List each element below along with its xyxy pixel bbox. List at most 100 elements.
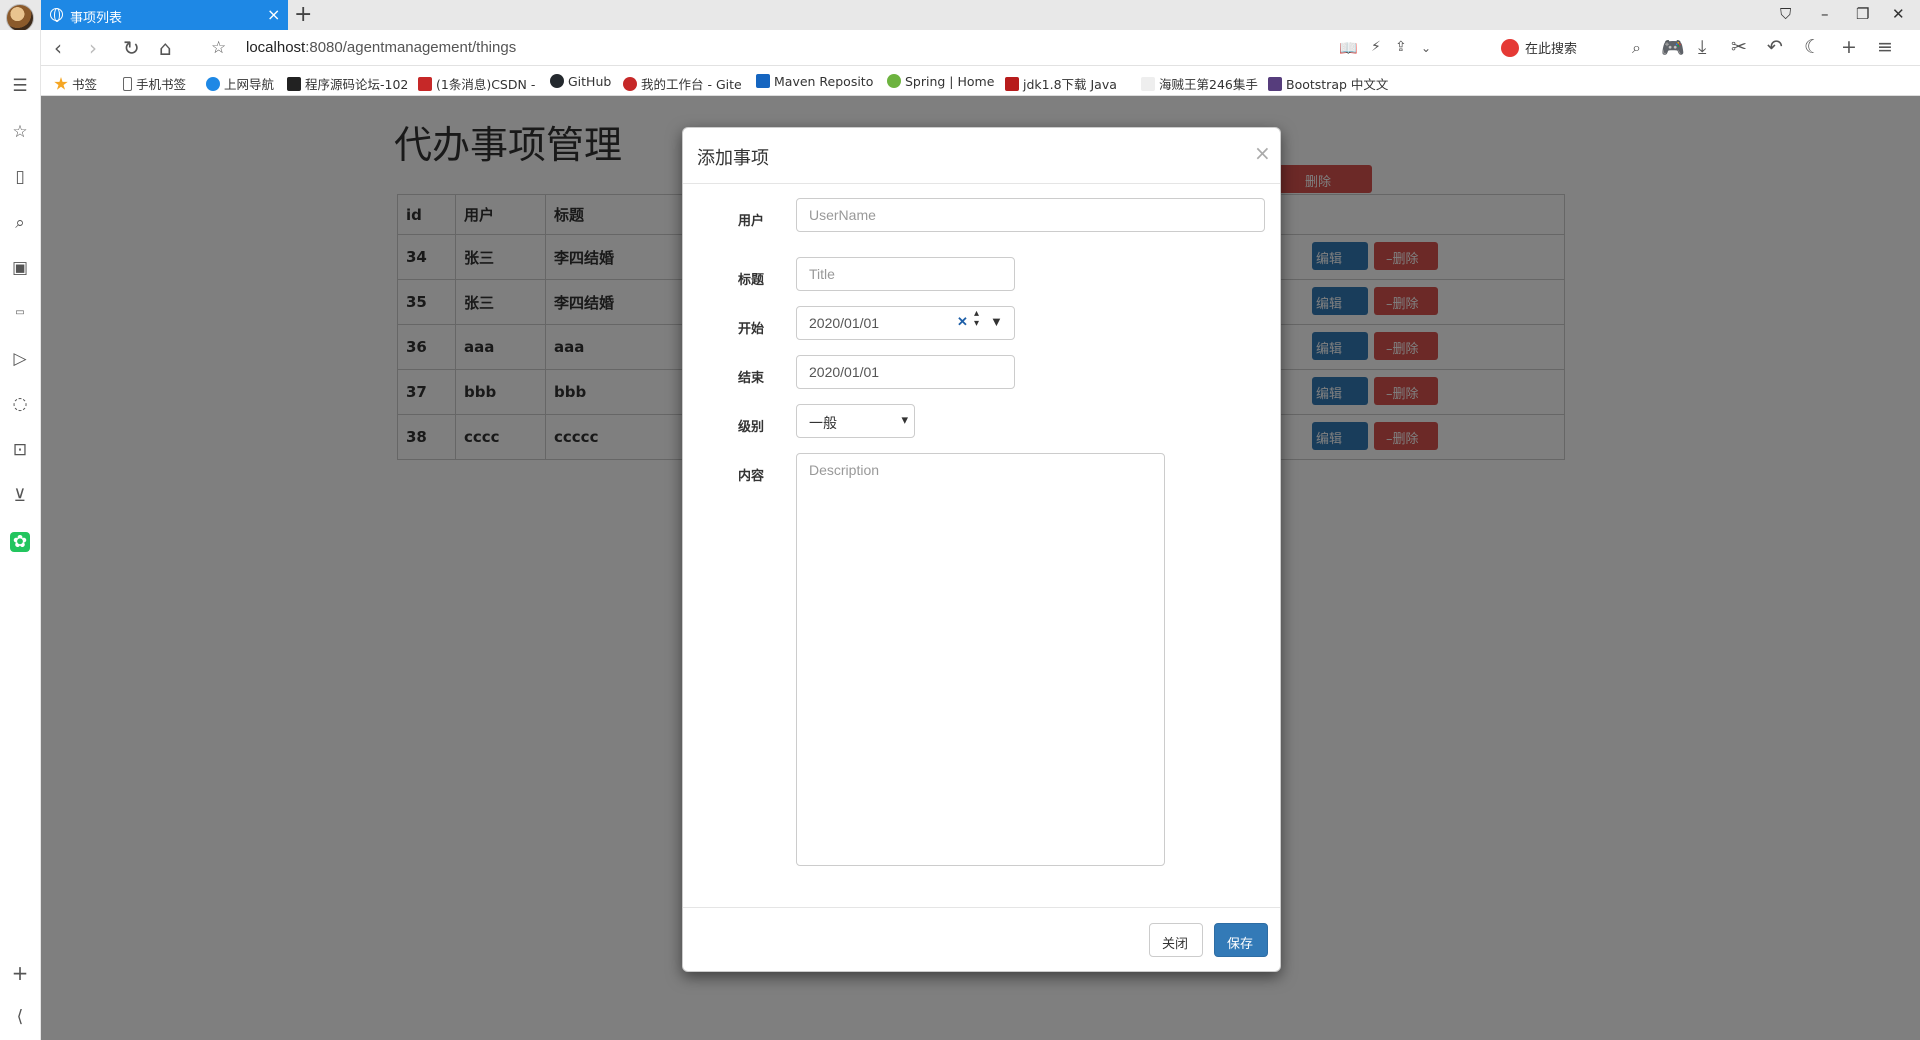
bookmark-label: Maven Reposito [774, 74, 874, 89]
book-icon[interactable]: ▯ [10, 167, 30, 187]
restore-button[interactable]: ❐ [1856, 5, 1869, 23]
content-label: 内容 [738, 469, 765, 484]
bookmark-item[interactable]: (1条消息)CSDN - [418, 74, 535, 93]
close-button[interactable]: 关闭 [1149, 923, 1203, 957]
bootstrap-icon [1268, 77, 1282, 91]
translate-icon[interactable]: ⊡ [10, 440, 30, 460]
modal-title: 添加事项 [697, 148, 769, 169]
bookmark-label: 书签 [72, 77, 98, 92]
bookmark-item[interactable]: Maven Reposito [756, 74, 873, 89]
calendar-dropdown-icon[interactable]: ▼ [990, 314, 1003, 329]
bookmark-item[interactable]: 程序源码论坛-102 [287, 74, 408, 93]
bookmark-label: GitHub [568, 74, 612, 89]
news-icon[interactable]: ☰ [10, 76, 30, 96]
description-textarea[interactable]: Description [796, 453, 1165, 866]
bookmark-item[interactable]: GitHub [550, 74, 611, 89]
modal-footer: 关闭 保存 [683, 907, 1280, 971]
share-icon[interactable]: ⇪ [1395, 39, 1407, 55]
csdn-icon [418, 77, 432, 91]
bookmark-item[interactable]: Bootstrap 中文文 [1268, 74, 1388, 93]
minimize-button[interactable]: – [1821, 5, 1829, 23]
cart-icon[interactable]: ⊻ [10, 486, 30, 506]
menu-icon[interactable]: ≡ [1877, 36, 1893, 58]
briefcase-icon[interactable]: ▣ [10, 258, 30, 278]
reload-icon[interactable]: ↻ [123, 36, 140, 60]
bookmark-label: 上网导航 [224, 77, 275, 92]
jdk-icon [1005, 77, 1019, 91]
end-label: 结束 [738, 371, 765, 386]
search-engine-icon[interactable] [1501, 39, 1519, 57]
add-icon[interactable]: + [10, 963, 30, 983]
bookmark-label: jdk1.8下载 Java [1023, 77, 1117, 92]
search-icon[interactable]: ⌕ [1632, 38, 1641, 58]
forward-icon[interactable]: › [89, 36, 97, 60]
modal-header: 添加事项 × [683, 128, 1280, 184]
tab-bar: 事项列表 × + ⛉ – ❐ ✕ [0, 0, 1920, 32]
bookmark-item[interactable]: Spring | Home [887, 74, 994, 89]
url-path: :8080/agentmanagement/things [305, 39, 517, 56]
user-avatar[interactable] [6, 4, 34, 32]
chat-icon[interactable]: ◌ [10, 394, 30, 414]
close-icon[interactable]: × [1254, 141, 1271, 165]
game-icon[interactable]: 🎮 [1661, 36, 1685, 59]
level-select[interactable]: 一般 [796, 404, 915, 438]
start-label: 开始 [738, 322, 765, 337]
search-icon[interactable]: ⌕ [10, 213, 30, 233]
globe-icon [50, 8, 63, 22]
tab-close-icon[interactable]: × [267, 5, 280, 24]
clear-date-icon[interactable]: ✕ [957, 314, 968, 330]
lightning-icon[interactable]: ⚡ [1371, 39, 1381, 55]
bookmark-item[interactable]: jdk1.8下载 Java [1005, 74, 1117, 93]
chevron-down-icon[interactable]: ⌄ [1421, 41, 1431, 55]
star-icon [54, 77, 68, 90]
address-bar[interactable]: localhost:8080/agentmanagement/things [246, 39, 516, 56]
bookmark-label: 海贼王第246集手 [1159, 77, 1258, 92]
end-date-input[interactable]: 2020/01/01 [796, 355, 1015, 389]
add-icon[interactable]: + [1841, 36, 1857, 58]
play-icon[interactable]: ▷ [10, 349, 30, 369]
title-label: 标题 [738, 273, 765, 288]
navigation-bar: ‹ › ↻ ⌂ ☆ localhost:8080/agentmanagement… [41, 30, 1920, 66]
browser-sidebar: ☰ ☆ ▯ ⌕ ▣ ▭ ▷ ◌ ⊡ ⊻ ✿ + ⟨ [0, 30, 41, 1040]
navigation-icon [206, 77, 220, 91]
window-pin-icon[interactable]: ⛉ [1780, 5, 1791, 23]
forum-icon [287, 77, 301, 91]
night-mode-icon[interactable]: ☾ [1804, 36, 1821, 58]
collapse-sidebar-icon[interactable]: ⟨ [10, 1007, 30, 1027]
bookmark-item[interactable]: 书签 [54, 74, 97, 93]
bookmark-label: 手机书签 [136, 77, 187, 92]
bookmark-label: Spring | Home [905, 74, 995, 89]
bookmark-label: 程序源码论坛-102 [305, 77, 409, 92]
new-tab-button[interactable]: + [294, 2, 312, 27]
bookmark-label: 我的工作台 - Gite [641, 77, 742, 92]
scissors-icon[interactable]: ✂ [1731, 36, 1747, 58]
username-input[interactable]: UserName [796, 198, 1265, 232]
favorite-star-icon[interactable]: ☆ [211, 38, 226, 58]
date-spinner-icon[interactable]: ▴ ▾ [974, 309, 979, 329]
favorites-icon[interactable]: ☆ [10, 122, 30, 142]
tab-things-list[interactable]: 事项列表 × [41, 0, 288, 30]
start-date-value: 2020/01/01 [809, 315, 880, 331]
bookmark-item[interactable]: 我的工作台 - Gite [623, 74, 742, 93]
bookmark-label: Bootstrap 中文文 [1286, 77, 1389, 92]
bookmark-label: (1条消息)CSDN - [436, 77, 536, 92]
back-icon[interactable]: ‹ [54, 36, 62, 60]
bookmark-item[interactable]: 海贼王第246集手 [1141, 74, 1258, 93]
live-icon[interactable]: ▭ [10, 303, 30, 323]
save-button[interactable]: 保存 [1214, 923, 1268, 957]
app-icon[interactable]: ✿ [10, 532, 30, 552]
level-label: 级别 [738, 420, 765, 435]
undo-icon[interactable]: ↶ [1767, 36, 1783, 58]
search-input[interactable]: 在此搜索 [1525, 38, 1577, 57]
bookmark-item[interactable]: 上网导航 [206, 74, 274, 93]
maven-icon [756, 74, 770, 88]
github-icon [550, 74, 564, 88]
download-icon[interactable]: ⤓ [1698, 36, 1706, 58]
start-date-input[interactable]: 2020/01/01 ✕ ▴ ▾ ▼ [796, 306, 1015, 340]
reader-mode-icon[interactable]: 📖 [1339, 39, 1358, 57]
close-window-button[interactable]: ✕ [1892, 5, 1905, 23]
home-icon[interactable]: ⌂ [159, 36, 172, 60]
add-item-modal: 添加事项 × 用户 UserName 标题 Title 开始 2020/01/0… [682, 127, 1281, 972]
bookmark-item[interactable]: 手机书签 [123, 74, 186, 93]
title-input[interactable]: Title [796, 257, 1015, 291]
